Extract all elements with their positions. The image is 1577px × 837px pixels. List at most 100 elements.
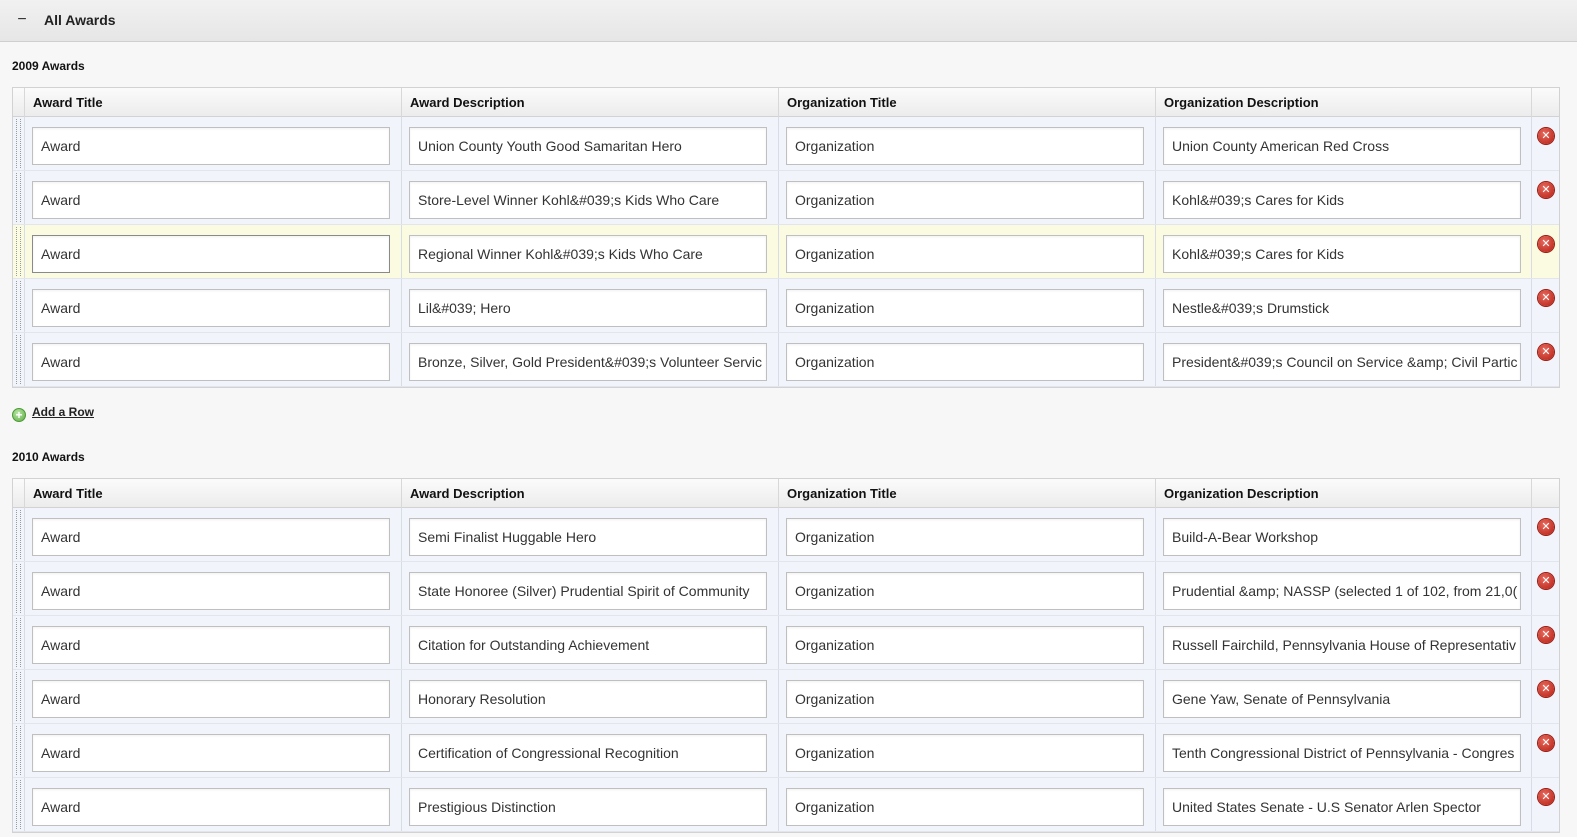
drag-handle[interactable] xyxy=(16,173,21,222)
column-divider xyxy=(24,562,25,615)
column-divider xyxy=(24,225,25,278)
award-title-input[interactable]: Award xyxy=(32,734,390,772)
column-divider xyxy=(1531,225,1532,278)
column-divider xyxy=(778,616,779,669)
award-description-input[interactable]: Prestigious Distinction xyxy=(409,788,767,826)
delete-row-icon[interactable]: ✕ xyxy=(1538,789,1554,805)
drag-handle[interactable] xyxy=(16,281,21,330)
drag-handle[interactable] xyxy=(16,335,21,384)
section-title-2010: 2010 Awards xyxy=(12,450,85,464)
column-divider xyxy=(401,778,402,831)
organization-title-input[interactable]: Organization xyxy=(786,343,1144,381)
awards-grid-2010: Award Title Award Description Organization… xyxy=(12,478,1560,833)
add-row-label[interactable]: Add a Row xyxy=(32,405,94,419)
column-header: Award Description xyxy=(401,479,778,508)
column-header: Organization Description xyxy=(1155,479,1532,508)
drag-handle[interactable] xyxy=(16,780,21,829)
drag-handle[interactable] xyxy=(16,564,21,613)
award-description-input[interactable]: Regional Winner Kohl&#039;s Kids Who Car… xyxy=(409,235,767,273)
column-divider xyxy=(778,279,779,332)
organization-description-input[interactable]: Kohl&#039;s Cares for Kids xyxy=(1163,235,1521,273)
column-header: Award Description xyxy=(401,88,778,117)
table-row: Award Certification of Congressional Reco… xyxy=(13,724,1559,778)
column-divider xyxy=(1531,724,1532,777)
award-description-input[interactable]: Honorary Resolution xyxy=(409,680,767,718)
organization-title-input[interactable]: Organization xyxy=(786,734,1144,772)
delete-row-icon[interactable]: ✕ xyxy=(1538,236,1554,252)
organization-description-input[interactable]: President&#039;s Council on Service &amp… xyxy=(1163,343,1521,381)
award-title-input[interactable]: Award xyxy=(32,343,390,381)
organization-title-input[interactable]: Organization xyxy=(786,518,1144,556)
organization-title-input[interactable]: Organization xyxy=(786,181,1144,219)
delete-row-icon[interactable]: ✕ xyxy=(1538,290,1554,306)
award-description-input[interactable]: Store-Level Winner Kohl&#039;s Kids Who … xyxy=(409,181,767,219)
column-divider xyxy=(24,279,25,332)
column-divider xyxy=(1155,724,1156,777)
column-divider xyxy=(1531,333,1532,386)
award-title-input[interactable]: Award xyxy=(32,181,390,219)
panel-header[interactable]: − All Awards xyxy=(0,0,1577,42)
collapse-icon[interactable]: − xyxy=(15,10,29,30)
organization-description-input[interactable]: Prudential &amp; NASSP (selected 1 of 10… xyxy=(1163,572,1521,610)
column-divider xyxy=(778,562,779,615)
drag-handle[interactable] xyxy=(16,618,21,667)
drag-handle[interactable] xyxy=(16,726,21,775)
delete-row-icon[interactable]: ✕ xyxy=(1538,519,1554,535)
column-divider xyxy=(401,333,402,386)
award-description-input[interactable]: Lil&#039; Hero xyxy=(409,289,767,327)
award-description-input[interactable]: Citation for Outstanding Achievement xyxy=(409,626,767,664)
award-title-input[interactable]: Award xyxy=(32,572,390,610)
award-description-input[interactable]: Certification of Congressional Recogniti… xyxy=(409,734,767,772)
organization-title-input[interactable]: Organization xyxy=(786,235,1144,273)
delete-row-icon[interactable]: ✕ xyxy=(1538,182,1554,198)
column-divider xyxy=(1531,778,1532,831)
column-divider xyxy=(401,562,402,615)
award-title-input[interactable]: Award xyxy=(32,289,390,327)
award-description-input[interactable]: Semi Finalist Huggable Hero xyxy=(409,518,767,556)
column-divider xyxy=(1531,279,1532,332)
organization-description-input[interactable]: Kohl&#039;s Cares for Kids xyxy=(1163,181,1521,219)
organization-title-input[interactable]: Organization xyxy=(786,572,1144,610)
drag-handle[interactable] xyxy=(16,510,21,559)
award-title-input[interactable]: Award xyxy=(32,518,390,556)
delete-row-icon[interactable]: ✕ xyxy=(1538,128,1554,144)
organization-description-input[interactable]: Union County American Red Cross xyxy=(1163,127,1521,165)
organization-description-input[interactable]: Russell Fairchild, Pennsylvania House of… xyxy=(1163,626,1521,664)
column-divider xyxy=(401,225,402,278)
organization-title-input[interactable]: Organization xyxy=(786,289,1144,327)
award-title-input[interactable]: Award xyxy=(32,680,390,718)
header-handle-column xyxy=(13,479,24,508)
award-title-input[interactable]: Award xyxy=(32,788,390,826)
award-title-input[interactable]: Award xyxy=(32,235,390,273)
award-title-input[interactable]: Award xyxy=(32,626,390,664)
award-description-input[interactable]: Bronze, Silver, Gold President&#039;s Vo… xyxy=(409,343,767,381)
column-divider xyxy=(24,508,25,561)
organization-title-input[interactable]: Organization xyxy=(786,127,1144,165)
delete-row-icon[interactable]: ✕ xyxy=(1538,573,1554,589)
organization-title-input[interactable]: Organization xyxy=(786,626,1144,664)
organization-description-input[interactable]: Nestle&#039;s Drumstick xyxy=(1163,289,1521,327)
organization-description-input[interactable]: Tenth Congressional District of Pennsylv… xyxy=(1163,734,1521,772)
award-title-input[interactable]: Award xyxy=(32,127,390,165)
organization-title-input[interactable]: Organization xyxy=(786,788,1144,826)
organization-description-input[interactable]: Gene Yaw, Senate of Pennsylvania xyxy=(1163,680,1521,718)
drag-handle[interactable] xyxy=(16,672,21,721)
drag-handle[interactable] xyxy=(16,227,21,276)
delete-row-icon[interactable]: ✕ xyxy=(1538,344,1554,360)
plus-circle-icon[interactable]: + xyxy=(12,408,26,422)
delete-row-icon[interactable]: ✕ xyxy=(1538,627,1554,643)
grid-header: Award Title Award Description Organization… xyxy=(13,88,1559,117)
column-divider xyxy=(778,225,779,278)
delete-row-icon[interactable]: ✕ xyxy=(1538,681,1554,697)
award-description-input[interactable]: State Honoree (Silver) Prudential Spirit… xyxy=(409,572,767,610)
column-divider xyxy=(401,117,402,170)
column-header: Organization Title xyxy=(778,479,1155,508)
organization-title-input[interactable]: Organization xyxy=(786,680,1144,718)
drag-handle[interactable] xyxy=(16,119,21,168)
organization-description-input[interactable]: Build-A-Bear Workshop xyxy=(1163,518,1521,556)
table-row: Award Bronze, Silver, Gold President&#039… xyxy=(13,333,1559,387)
award-description-input[interactable]: Union County Youth Good Samaritan Hero xyxy=(409,127,767,165)
column-divider xyxy=(1155,117,1156,170)
organization-description-input[interactable]: United States Senate - U.S Senator Arlen… xyxy=(1163,788,1521,826)
delete-row-icon[interactable]: ✕ xyxy=(1538,735,1554,751)
